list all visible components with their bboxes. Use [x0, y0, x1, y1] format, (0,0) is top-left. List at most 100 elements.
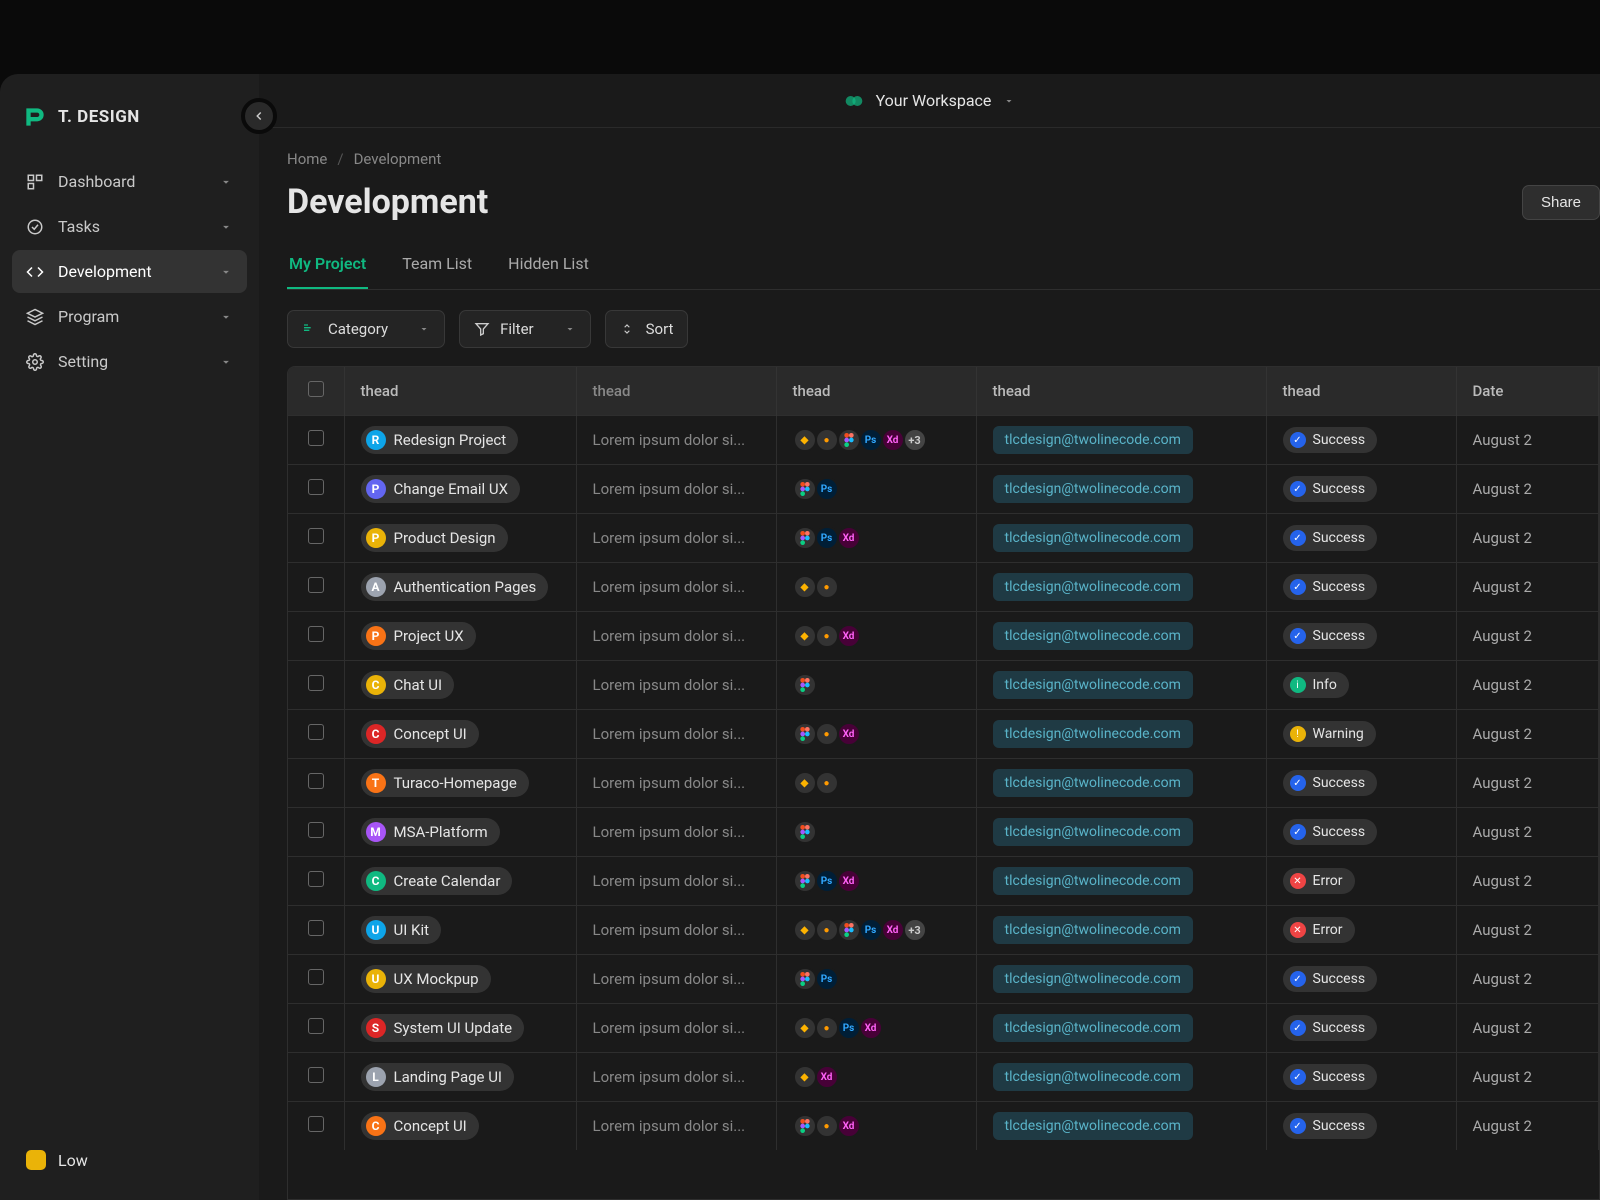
- project-pill[interactable]: PProduct Design: [361, 524, 508, 552]
- more-apps-badge[interactable]: +3: [903, 428, 927, 452]
- table-row[interactable]: PProject UXLorem ipsum dolor si...◆●Xdtl…: [288, 612, 1599, 661]
- sidebar-item-development[interactable]: Development: [12, 250, 247, 293]
- row-checkbox[interactable]: [308, 430, 324, 446]
- row-checkbox[interactable]: [308, 1067, 324, 1083]
- row-checkbox[interactable]: [308, 479, 324, 495]
- column-header[interactable]: thead: [776, 367, 976, 416]
- email-pill[interactable]: tlcdesign@twolinecode.com: [993, 720, 1193, 748]
- email-pill[interactable]: tlcdesign@twolinecode.com: [993, 818, 1193, 846]
- project-pill[interactable]: UUI Kit: [361, 916, 442, 944]
- illustrator-icon: ●: [815, 1114, 839, 1138]
- table-row[interactable]: LLanding Page UILorem ipsum dolor si...◆…: [288, 1053, 1599, 1102]
- project-pill[interactable]: TTuraco-Homepage: [361, 769, 529, 797]
- page-title: Development: [287, 182, 488, 222]
- project-pill[interactable]: MMSA-Platform: [361, 818, 500, 846]
- project-pill[interactable]: CCreate Calendar: [361, 867, 513, 895]
- column-header[interactable]: Date: [1456, 367, 1599, 416]
- email-pill[interactable]: tlcdesign@twolinecode.com: [993, 1014, 1193, 1042]
- table-row[interactable]: CConcept UILorem ipsum dolor si...●Xdtlc…: [288, 1102, 1599, 1151]
- row-checkbox[interactable]: [308, 675, 324, 691]
- row-checkbox[interactable]: [308, 528, 324, 544]
- table-row[interactable]: CChat UILorem ipsum dolor si...tlcdesign…: [288, 661, 1599, 710]
- project-avatar: L: [366, 1067, 386, 1087]
- status-dot-icon: ✓: [1290, 971, 1306, 987]
- email-pill[interactable]: tlcdesign@twolinecode.com: [993, 965, 1193, 993]
- project-pill[interactable]: SSystem UI Update: [361, 1014, 525, 1042]
- row-checkbox[interactable]: [308, 822, 324, 838]
- table-row[interactable]: MMSA-PlatformLorem ipsum dolor si...tlcd…: [288, 808, 1599, 857]
- table-row[interactable]: RRedesign ProjectLorem ipsum dolor si...…: [288, 416, 1599, 465]
- row-checkbox[interactable]: [308, 920, 324, 936]
- project-pill[interactable]: PChange Email UX: [361, 475, 521, 503]
- table-row[interactable]: PChange Email UXLorem ipsum dolor si...P…: [288, 465, 1599, 514]
- table-row[interactable]: PProduct DesignLorem ipsum dolor si...Ps…: [288, 514, 1599, 563]
- breadcrumb-home[interactable]: Home: [287, 150, 327, 168]
- sidebar-item-tasks[interactable]: Tasks: [12, 205, 247, 248]
- sidebar-item-dashboard[interactable]: Dashboard: [12, 160, 247, 203]
- email-pill[interactable]: tlcdesign@twolinecode.com: [993, 769, 1193, 797]
- project-pill[interactable]: CConcept UI: [361, 720, 479, 748]
- tab-hidden-list[interactable]: Hidden List: [506, 244, 591, 289]
- category-dropdown[interactable]: Category: [287, 310, 445, 348]
- sidebar-item-program[interactable]: Program: [12, 295, 247, 338]
- project-description: Lorem ipsum dolor si...: [576, 465, 776, 514]
- row-checkbox[interactable]: [308, 1018, 324, 1034]
- project-avatar: C: [366, 675, 386, 695]
- more-apps-badge[interactable]: +3: [903, 918, 927, 942]
- tab-team-list[interactable]: Team List: [400, 244, 474, 289]
- table-row[interactable]: UUX MockpupLorem ipsum dolor si...Pstlcd…: [288, 955, 1599, 1004]
- project-pill[interactable]: PProject UX: [361, 622, 476, 650]
- select-all-checkbox[interactable]: [308, 381, 324, 397]
- table-row[interactable]: SSystem UI UpdateLorem ipsum dolor si...…: [288, 1004, 1599, 1053]
- table-row[interactable]: TTuraco-HomepageLorem ipsum dolor si...◆…: [288, 759, 1599, 808]
- sort-button[interactable]: Sort: [605, 310, 689, 348]
- project-description: Lorem ipsum dolor si...: [576, 1102, 776, 1151]
- column-header[interactable]: thead: [344, 367, 576, 416]
- share-button[interactable]: Share: [1522, 185, 1600, 220]
- email-pill[interactable]: tlcdesign@twolinecode.com: [993, 475, 1193, 503]
- row-checkbox[interactable]: [308, 871, 324, 887]
- caret-down-icon: [1003, 95, 1015, 107]
- project-pill[interactable]: AAuthentication Pages: [361, 573, 549, 601]
- workspace-selector[interactable]: Your Workspace: [259, 74, 1600, 128]
- project-pill[interactable]: CConcept UI: [361, 1112, 479, 1140]
- row-checkbox[interactable]: [308, 969, 324, 985]
- status-pill: iInfo: [1283, 672, 1349, 698]
- email-pill[interactable]: tlcdesign@twolinecode.com: [993, 671, 1193, 699]
- email-pill[interactable]: tlcdesign@twolinecode.com: [993, 867, 1193, 895]
- project-pill[interactable]: LLanding Page UI: [361, 1063, 515, 1091]
- logo-icon: [22, 104, 48, 130]
- email-pill[interactable]: tlcdesign@twolinecode.com: [993, 426, 1193, 454]
- table-row[interactable]: CConcept UILorem ipsum dolor si...●Xdtlc…: [288, 710, 1599, 759]
- row-checkbox[interactable]: [308, 724, 324, 740]
- email-pill[interactable]: tlcdesign@twolinecode.com: [993, 1112, 1193, 1140]
- workspace-label: Your Workspace: [876, 91, 992, 110]
- email-pill[interactable]: tlcdesign@twolinecode.com: [993, 622, 1193, 650]
- email-pill[interactable]: tlcdesign@twolinecode.com: [993, 524, 1193, 552]
- sidebar: T. DESIGN DashboardTasksDevelopmentProgr…: [0, 74, 259, 1200]
- email-pill[interactable]: tlcdesign@twolinecode.com: [993, 1063, 1193, 1091]
- table-row[interactable]: UUI KitLorem ipsum dolor si...◆●PsXd+3tl…: [288, 906, 1599, 955]
- status-dot-icon: ✓: [1290, 530, 1306, 546]
- table-row[interactable]: CCreate CalendarLorem ipsum dolor si...P…: [288, 857, 1599, 906]
- filter-dropdown[interactable]: Filter: [459, 310, 591, 348]
- email-pill[interactable]: tlcdesign@twolinecode.com: [993, 573, 1193, 601]
- column-header[interactable]: thead: [1266, 367, 1456, 416]
- toolbar: Category Filter Sort: [287, 310, 1600, 348]
- figma-icon: [793, 673, 817, 697]
- column-header[interactable]: thead: [976, 367, 1266, 416]
- project-pill[interactable]: RRedesign Project: [361, 426, 519, 454]
- brand-logo[interactable]: T. DESIGN: [12, 92, 247, 160]
- column-header[interactable]: thead: [576, 367, 776, 416]
- project-pill[interactable]: CChat UI: [361, 671, 455, 699]
- row-checkbox[interactable]: [308, 626, 324, 642]
- sidebar-collapse-button[interactable]: [241, 98, 277, 134]
- row-checkbox[interactable]: [308, 1116, 324, 1132]
- email-pill[interactable]: tlcdesign@twolinecode.com: [993, 916, 1193, 944]
- sidebar-item-setting[interactable]: Setting: [12, 340, 247, 383]
- project-pill[interactable]: UUX Mockpup: [361, 965, 491, 993]
- tab-my-project[interactable]: My Project: [287, 244, 368, 289]
- row-checkbox[interactable]: [308, 577, 324, 593]
- table-row[interactable]: AAuthentication PagesLorem ipsum dolor s…: [288, 563, 1599, 612]
- row-checkbox[interactable]: [308, 773, 324, 789]
